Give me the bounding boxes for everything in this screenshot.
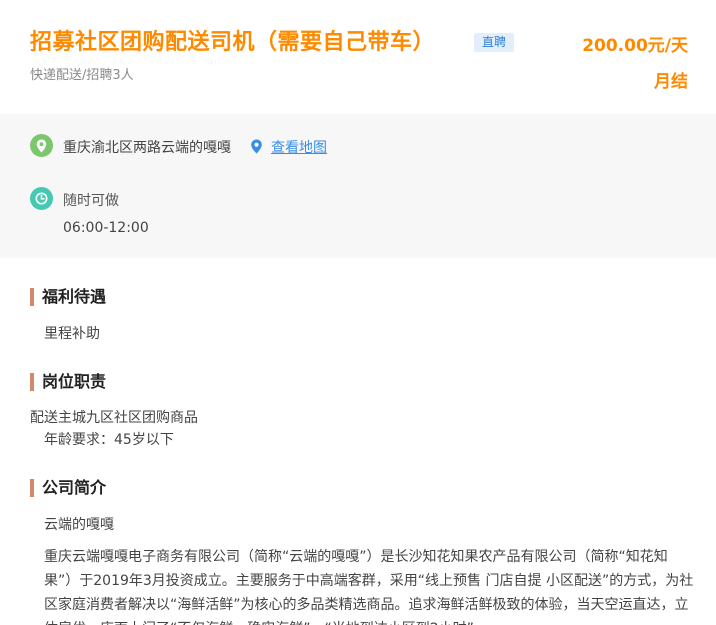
company-title: 公司简介 <box>30 479 106 497</box>
job-title: 招募社区团购配送司机（需要自己带车） <box>30 30 436 55</box>
company-description: 重庆云端嘎嘎电子商务有限公司（简称“云端的嘎嘎”）是长沙知花知果农产品有限公司（… <box>44 549 694 625</box>
benefit-item: 里程补助 <box>44 326 100 342</box>
job-category-headcount: 快递配送/招聘3人 <box>30 68 134 83</box>
job-header: 招募社区团购配送司机（需要自己带车） 直聘 200.00元/天 月结 快递配送/… <box>0 0 716 110</box>
view-map-link[interactable]: 查看地图 <box>271 137 327 157</box>
map-pin-icon <box>251 139 262 154</box>
benefits-title: 福利待遇 <box>30 288 106 306</box>
work-hours: 06:00-12:00 <box>63 220 149 236</box>
duties-title: 岗位职责 <box>30 373 106 391</box>
direct-hire-badge: 直聘 <box>474 33 515 52</box>
work-address: 重庆渝北区两路云端的嘎嘎 <box>63 140 231 156</box>
salary: 200.00元/天 月结 <box>558 28 688 100</box>
salary-amount: 200.00元/天 <box>582 36 688 56</box>
job-info-panel: 重庆渝北区两路云端的嘎嘎 查看地图 随时可做 06:00-12:00 <box>0 114 716 258</box>
work-time-label: 随时可做 <box>63 193 119 209</box>
duty-line: 配送主城九区社区团购商品 <box>30 410 198 426</box>
age-requirement: 年龄要求：45岁以下 <box>44 432 174 448</box>
salary-settlement: 月结 <box>654 72 688 92</box>
location-icon <box>30 134 53 157</box>
company-name: 云端的嘎嘎 <box>44 517 114 533</box>
clock-icon <box>30 187 53 210</box>
